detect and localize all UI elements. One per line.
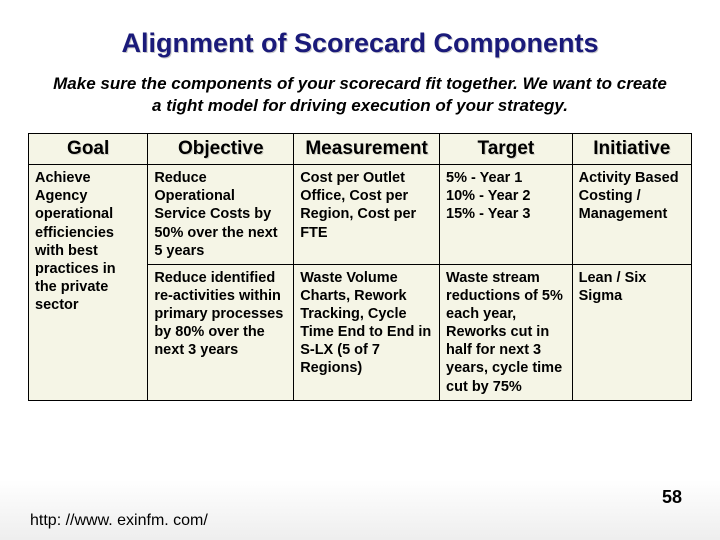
cell-measurement: Cost per Outlet Office, Cost per Region,… [294, 165, 440, 265]
slide: Alignment of Scorecard Components Make s… [0, 0, 720, 540]
cell-objective: Reduce identified re-activities within p… [148, 264, 294, 400]
cell-initiative: Activity Based Costing / Management [572, 165, 691, 265]
header-goal: Goal [29, 134, 148, 165]
cell-initiative: Lean / Six Sigma [572, 264, 691, 400]
footer-gradient [0, 480, 720, 540]
page-number: 58 [662, 487, 682, 508]
footer-url: http: //www. exinfm. com/ [30, 512, 208, 530]
header-measurement: Measurement [294, 134, 440, 165]
page-title: Alignment of Scorecard Components [28, 28, 692, 59]
cell-objective: Reduce Operational Service Costs by 50% … [148, 165, 294, 265]
header-initiative: Initiative [572, 134, 691, 165]
cell-goal: Achieve Agency operational efficiencies … [29, 165, 148, 401]
header-objective: Objective [148, 134, 294, 165]
cell-measurement: Waste Volume Charts, Rework Tracking, Cy… [294, 264, 440, 400]
table-header-row: Goal Objective Measurement Target Initia… [29, 134, 692, 165]
header-target: Target [440, 134, 573, 165]
scorecard-table: Goal Objective Measurement Target Initia… [28, 133, 692, 401]
cell-target: 5% - Year 1 10% - Year 2 15% - Year 3 [440, 165, 573, 265]
table-row: Achieve Agency operational efficiencies … [29, 165, 692, 265]
page-subtitle: Make sure the components of your scoreca… [28, 73, 692, 117]
cell-target: Waste stream reductions of 5% each year,… [440, 264, 573, 400]
